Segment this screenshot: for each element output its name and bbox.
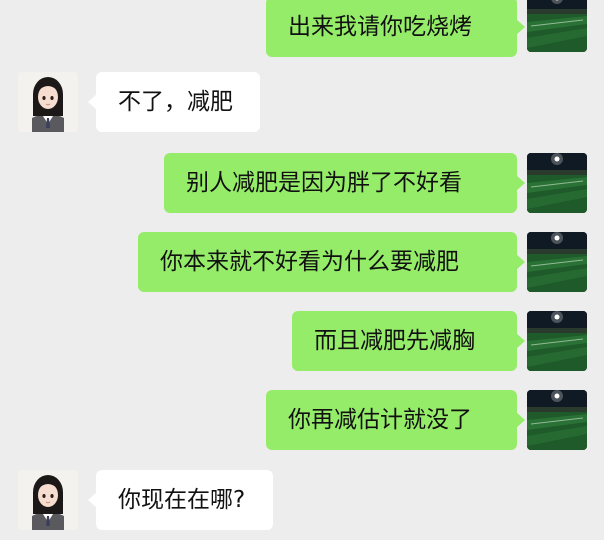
chat-bubble[interactable]: 你本来就不好看为什么要减肥 [138, 232, 525, 292]
bubble-tail [88, 492, 97, 508]
message-text: 你现在在哪? [118, 487, 246, 513]
girl-avatar-icon[interactable] [18, 470, 78, 530]
chat-bubble[interactable]: 出来我请你吃烧烤 [266, 0, 525, 57]
stadium-avatar-icon[interactable] [527, 232, 587, 292]
stadium-avatar-icon[interactable] [527, 390, 587, 450]
chat-bubble[interactable]: 你再减估计就没了 [266, 390, 525, 450]
message-text: 不了，减肥 [118, 89, 233, 115]
girl-avatar-icon[interactable] [18, 72, 78, 132]
chat-bubble[interactable]: 你现在在哪? [88, 470, 273, 530]
message-text: 出来我请你吃烧烤 [288, 14, 472, 40]
chat-bubble[interactable]: 而且减肥先减胸 [292, 311, 525, 371]
bubble-tail [516, 333, 525, 349]
message-text: 别人减肥是因为胖了不好看 [186, 170, 462, 196]
stadium-avatar-icon[interactable] [527, 0, 587, 52]
bubble-tail [516, 412, 525, 428]
bubble-tail [516, 254, 525, 270]
message-text: 而且减肥先减胸 [314, 328, 475, 354]
stadium-avatar-icon[interactable] [527, 153, 587, 213]
bubble-tail [516, 175, 525, 191]
stadium-avatar-icon[interactable] [527, 311, 587, 371]
bubble-tail [88, 94, 97, 110]
message-text: 你本来就不好看为什么要减肥 [160, 249, 459, 275]
message-text: 你再减估计就没了 [288, 407, 472, 433]
chat-message-list[interactable]: 出来我请你吃烧烤 不了，减肥 别人减肥是因为胖了不好看 你本来就不好看为什么要减… [0, 0, 604, 540]
chat-bubble[interactable]: 别人减肥是因为胖了不好看 [164, 153, 525, 213]
chat-bubble[interactable]: 不了，减肥 [88, 72, 260, 132]
bubble-tail [516, 19, 525, 35]
